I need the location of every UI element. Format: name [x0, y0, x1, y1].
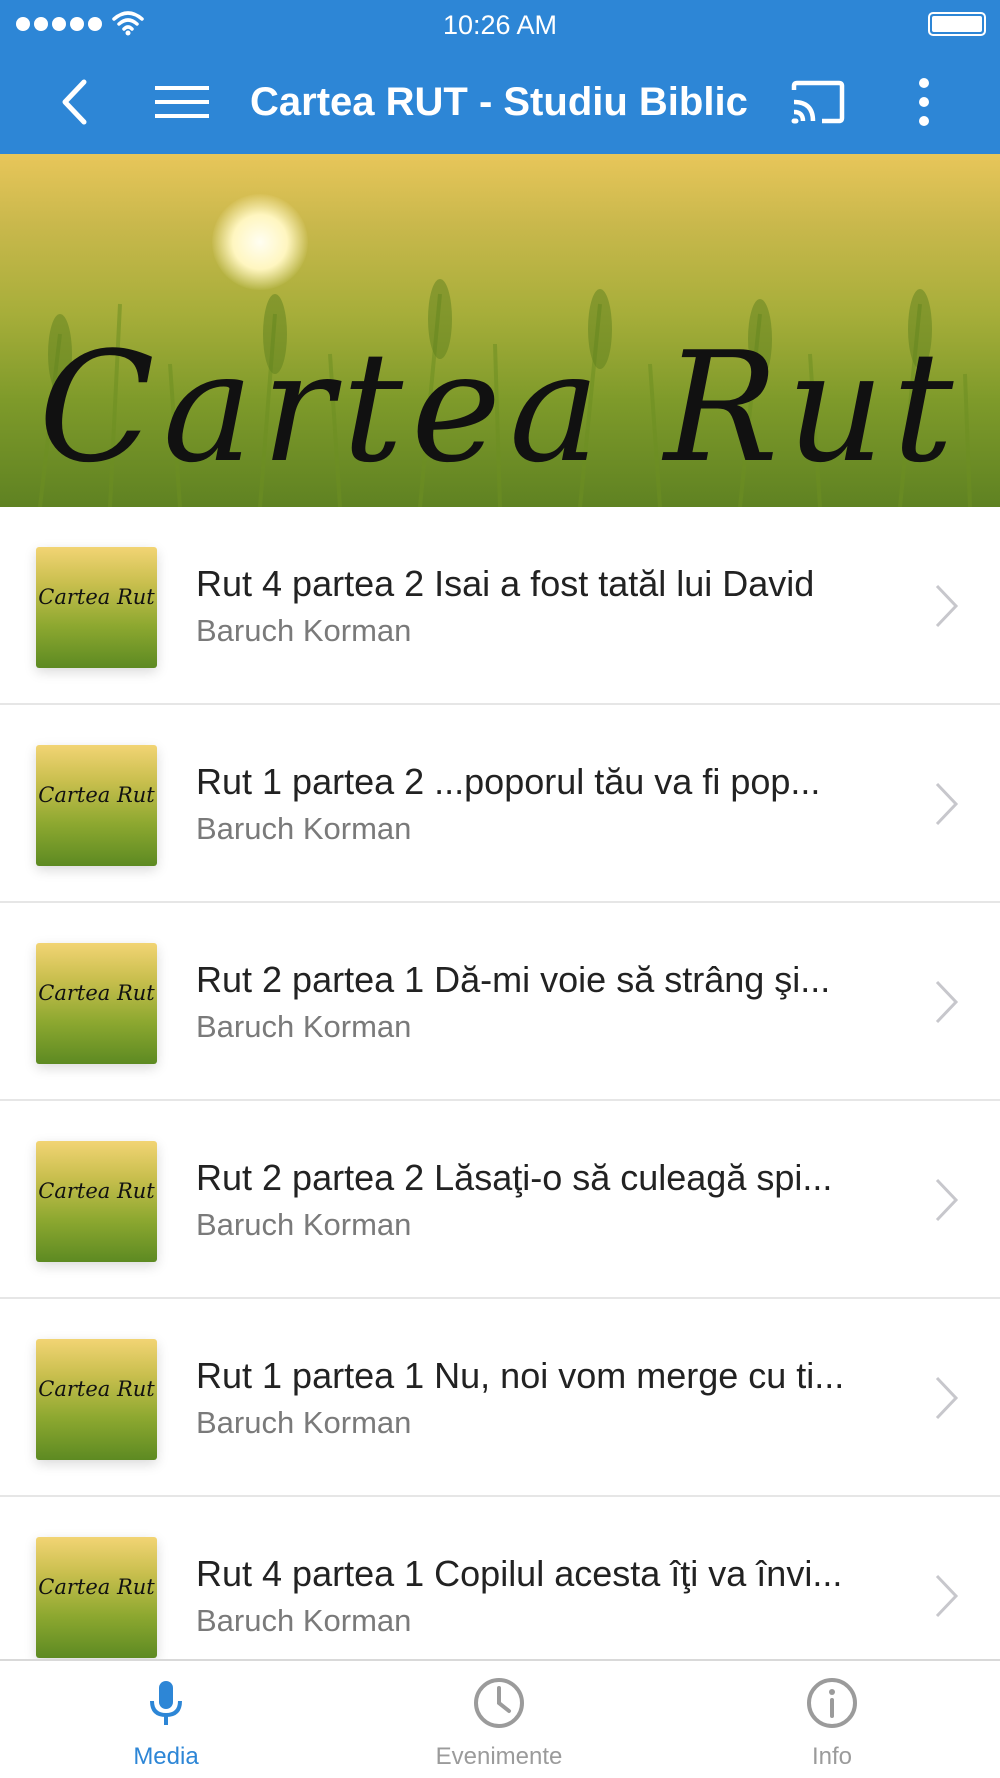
cast-button[interactable]: [782, 50, 854, 154]
thumbnail-text: Cartea Rut: [38, 585, 155, 609]
thumbnail: Cartea Rut: [36, 1141, 157, 1262]
item-subtitle: Baruch Korman: [196, 1405, 412, 1440]
chevron-right-icon: [935, 782, 959, 826]
app-title: Cartea RUT - Studiu Biblic: [250, 80, 748, 124]
thumbnail: Cartea Rut: [36, 547, 157, 668]
tab-bar: Media Evenimente Info: [0, 1659, 1000, 1778]
item-subtitle: Baruch Korman: [196, 811, 412, 846]
item-title: Rut 2 partea 1 Dă-mi voie să strâng şi..…: [196, 959, 831, 1000]
list-item[interactable]: Cartea Rut Rut 4 partea 1 Copilul acesta…: [0, 1497, 1000, 1659]
back-button[interactable]: [44, 50, 104, 154]
media-list: Cartea Rut Rut 4 partea 2 Isai a fost ta…: [0, 507, 1000, 1659]
item-title: Rut 1 partea 1 Nu, noi vom merge cu ti..…: [196, 1355, 845, 1396]
tab-media[interactable]: Media: [66, 1661, 266, 1778]
item-subtitle: Baruch Korman: [196, 613, 412, 648]
thumbnail-text: Cartea Rut: [38, 783, 155, 807]
tab-evenimente-label: Evenimente: [435, 1743, 563, 1770]
tab-info[interactable]: Info: [732, 1661, 932, 1778]
thumbnail: Cartea Rut: [36, 1339, 157, 1460]
menu-icon: [155, 86, 209, 118]
list-item[interactable]: Cartea Rut Rut 2 partea 2 Lăsaţi-o să cu…: [0, 1101, 1000, 1299]
thumbnail-text: Cartea Rut: [38, 981, 155, 1005]
tab-media-label: Media: [133, 1743, 199, 1770]
chevron-right-icon: [935, 1376, 959, 1420]
item-title: Rut 1 partea 2 ...poporul tău va fi pop.…: [196, 761, 821, 802]
microphone-icon: [150, 1681, 182, 1725]
list-item[interactable]: Cartea Rut Rut 1 partea 1 Nu, noi vom me…: [0, 1299, 1000, 1497]
banner-title: Cartea Rut: [38, 319, 962, 496]
menu-button[interactable]: [150, 50, 214, 154]
list-item[interactable]: Cartea Rut Rut 1 partea 2 ...poporul tău…: [0, 705, 1000, 903]
item-subtitle: Baruch Korman: [196, 1207, 412, 1242]
info-icon: [807, 1678, 857, 1728]
thumbnail-text: Cartea Rut: [38, 1179, 155, 1203]
item-subtitle: Baruch Korman: [196, 1603, 412, 1638]
status-bar: 10:26 AM: [0, 0, 1000, 50]
clock-icon: [474, 1678, 524, 1728]
item-subtitle: Baruch Korman: [196, 1009, 412, 1044]
thumbnail-text: Cartea Rut: [38, 1575, 155, 1599]
tab-evenimente[interactable]: Evenimente: [399, 1661, 599, 1778]
status-time: 10:26 AM: [442, 10, 558, 40]
app-bar: Cartea RUT - Studiu Biblic: [0, 50, 1000, 154]
thumbnail: Cartea Rut: [36, 745, 157, 866]
item-title: Rut 4 partea 2 Isai a fost tatăl lui Dav…: [196, 563, 815, 604]
battery-icon: [928, 12, 986, 36]
chevron-right-icon: [935, 980, 959, 1024]
chevron-right-icon: [935, 584, 959, 628]
chevron-right-icon: [935, 1574, 959, 1618]
item-title: Rut 2 partea 2 Lăsaţi-o să culeagă spi..…: [196, 1157, 833, 1198]
more-vert-icon: [919, 78, 929, 126]
more-options-button[interactable]: [896, 50, 952, 154]
thumbnail-text: Cartea Rut: [38, 1377, 155, 1401]
list-item[interactable]: Cartea Rut Rut 2 partea 1 Dă-mi voie să …: [0, 903, 1000, 1101]
thumbnail: Cartea Rut: [36, 943, 157, 1064]
tab-info-label: Info: [811, 1743, 853, 1770]
item-title: Rut 4 partea 1 Copilul acesta îţi va înv…: [196, 1553, 843, 1594]
thumbnail: Cartea Rut: [36, 1537, 157, 1658]
cast-icon: [791, 80, 845, 124]
back-icon: [62, 79, 87, 125]
banner-image: Cartea Rut: [0, 154, 1000, 507]
chevron-right-icon: [935, 1178, 959, 1222]
list-item[interactable]: Cartea Rut Rut 4 partea 2 Isai a fost ta…: [0, 507, 1000, 705]
